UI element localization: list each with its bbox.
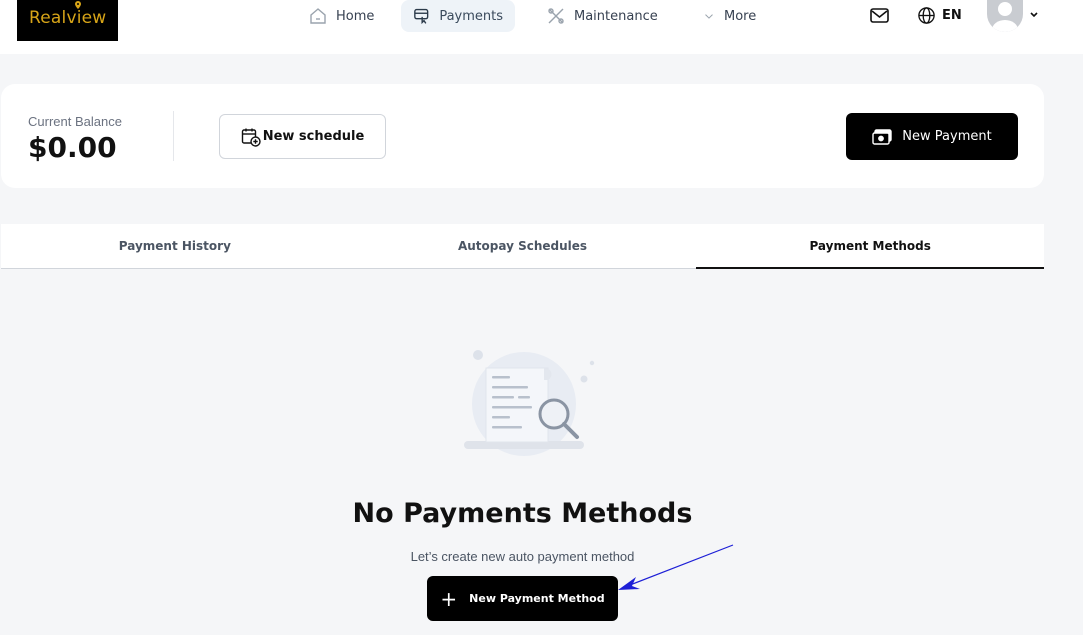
nav-home[interactable]: Home — [296, 0, 386, 32]
mail-icon[interactable] — [870, 7, 889, 24]
language-label: EN — [942, 8, 962, 23]
balance-value: $0.00 — [28, 131, 117, 164]
tools-icon — [548, 8, 564, 24]
empty-document-search-illustration — [464, 350, 595, 456]
balance-card: Current Balance $0.00 New schedule New P… — [1, 84, 1044, 188]
balance-label: Current Balance — [28, 114, 122, 129]
divider — [173, 111, 174, 161]
payment-tabs: Payment History Autopay Schedules Paymen… — [1, 224, 1044, 269]
calendar-add-icon — [241, 128, 261, 147]
globe-icon — [918, 7, 935, 24]
nav-maintenance-label: Maintenance — [574, 8, 658, 24]
nav-home-label: Home — [336, 8, 375, 24]
nav-more-label: More — [724, 8, 757, 24]
tab-autopay-schedules[interactable]: Autopay Schedules — [349, 224, 697, 268]
plus-icon: + — [440, 586, 458, 611]
map-pin-icon — [75, 1, 81, 9]
new-schedule-label: New schedule — [262, 129, 365, 144]
nav-payments[interactable]: Payments — [401, 0, 515, 32]
nav-payments-label: Payments — [439, 8, 503, 24]
chevron-down-icon[interactable] — [1029, 10, 1039, 20]
tab-payment-methods[interactable]: Payment Methods — [696, 224, 1044, 269]
nav-maintenance[interactable]: Maintenance — [534, 0, 670, 32]
payments-icon — [414, 8, 429, 25]
tab-payment-history[interactable]: Payment History — [1, 224, 349, 268]
empty-state-title: No Payments Methods — [352, 498, 693, 529]
new-payment-method-label: New Payment Method — [469, 592, 605, 605]
home-icon — [310, 8, 326, 24]
language-switcher[interactable]: EN — [917, 6, 962, 25]
nav-more[interactable]: More — [690, 0, 768, 32]
new-schedule-button[interactable]: New schedule — [219, 114, 386, 159]
brand-logo[interactable]: Realview — [17, 0, 118, 41]
empty-state-subtitle: Let’s create new auto payment method — [410, 549, 635, 564]
annotation-arrow-icon — [618, 544, 734, 590]
user-icon — [992, 2, 1018, 32]
new-payment-method-button[interactable]: + New Payment Method — [427, 576, 618, 621]
top-navbar: Realview Home Payments Maintenance More … — [0, 0, 1083, 54]
chevron-down-icon — [705, 14, 713, 19]
brand-name: Realview — [29, 8, 107, 28]
new-payment-label: New Payment — [902, 129, 992, 144]
new-payment-button[interactable]: New Payment — [846, 113, 1018, 160]
cash-icon — [872, 128, 892, 145]
avatar[interactable] — [987, 0, 1023, 32]
